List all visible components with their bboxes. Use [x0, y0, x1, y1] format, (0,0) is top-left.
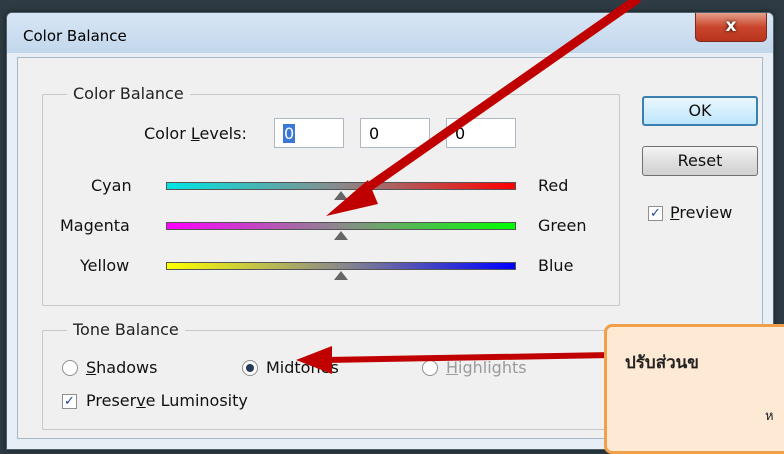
magenta-green-thumb[interactable] — [334, 231, 348, 240]
tone-balance-group-label: Tone Balance — [67, 320, 185, 339]
level-field-magenta-green[interactable]: 0 — [360, 118, 430, 148]
slider-label-yellow: Yellow — [80, 256, 130, 275]
dialog-title: Color Balance — [23, 27, 127, 45]
title-bar[interactable]: Color Balance x — [7, 13, 773, 53]
shadows-radio[interactable] — [62, 360, 78, 376]
yellow-blue-track[interactable] — [166, 262, 516, 270]
magenta-green-track[interactable] — [166, 222, 516, 230]
close-button[interactable]: x — [695, 13, 767, 42]
level-field-yellow-blue[interactable]: 0 — [446, 118, 516, 148]
annotation-callout: ปรับส่วนข ห — [604, 324, 784, 454]
color-balance-group-label: Color Balance — [67, 84, 190, 103]
slider-label-blue: Blue — [538, 256, 574, 275]
preview-label[interactable]: Preview — [670, 203, 732, 222]
cyan-red-slider[interactable] — [166, 182, 516, 200]
ok-button[interactable]: OK — [642, 96, 758, 126]
preserve-luminosity-checkbox[interactable]: ✓ — [62, 394, 77, 409]
callout-text: ปรับส่วนข — [625, 353, 699, 373]
yellow-blue-thumb[interactable] — [334, 271, 348, 280]
preserve-luminosity-label[interactable]: Preserve Luminosity — [86, 391, 248, 410]
preview-checkbox[interactable]: ✓ — [648, 206, 663, 221]
midtones-radio[interactable] — [242, 360, 258, 376]
color-levels-label: Color Levels: — [144, 124, 247, 143]
highlights-label[interactable]: Highlights — [446, 358, 527, 377]
close-icon[interactable]: x — [726, 16, 737, 36]
slider-label-magenta: Magenta — [60, 216, 130, 235]
cyan-red-thumb[interactable] — [334, 191, 348, 200]
magenta-green-slider[interactable] — [166, 222, 516, 240]
tone-balance-group: Tone Balance — [42, 320, 620, 430]
shadows-label[interactable]: Shadows — [86, 358, 157, 377]
slider-label-green: Green — [538, 216, 587, 235]
yellow-blue-slider[interactable] — [166, 262, 516, 280]
highlights-radio[interactable] — [422, 360, 438, 376]
slider-label-red: Red — [538, 176, 569, 195]
reset-button[interactable]: Reset — [642, 146, 758, 176]
slider-label-cyan: Cyan — [91, 176, 132, 195]
midtones-label[interactable]: Midtones — [266, 358, 339, 377]
callout-subtext: ห — [765, 409, 774, 424]
cyan-red-track[interactable] — [166, 182, 516, 190]
level-field-cyan-red[interactable]: 0 — [274, 118, 344, 148]
